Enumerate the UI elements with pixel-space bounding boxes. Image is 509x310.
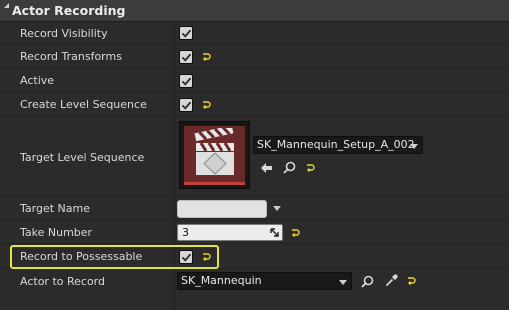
take-number-value: 3: [182, 226, 189, 239]
target-name-label: Target Name: [20, 202, 90, 215]
take-number-label: Take Number: [20, 226, 93, 239]
record-visibility-checkbox[interactable]: [179, 26, 193, 40]
row-record-transforms: Record Transforms: [0, 45, 509, 69]
checkmark-icon: [181, 101, 192, 110]
create-level-sequence-checkbox[interactable]: [179, 98, 193, 112]
reset-to-default-icon[interactable]: [305, 163, 315, 173]
target-level-sequence-combo[interactable]: SK_Mannequin_Setup_A_002: [253, 136, 423, 154]
chevron-down-icon: [339, 280, 347, 285]
target-level-sequence-value: SK_Mannequin_Setup_A_002: [257, 138, 415, 151]
target-name-input[interactable]: [177, 200, 267, 218]
actor-to-record-value: SK_Mannequin: [181, 274, 262, 287]
browse-magnifier-icon[interactable]: [283, 161, 296, 174]
record-transforms-label: Record Transforms: [20, 50, 122, 63]
chevron-down-icon[interactable]: [273, 206, 281, 211]
target-level-sequence-label: Target Level Sequence: [20, 151, 145, 164]
take-number-spinbox[interactable]: 3: [177, 224, 283, 241]
actor-recording-section-header[interactable]: Actor Recording: [0, 0, 509, 22]
level-sequence-thumbnail[interactable]: [179, 121, 250, 189]
row-active: Active: [0, 69, 509, 93]
record-transforms-checkbox[interactable]: [179, 50, 193, 64]
create-level-sequence-label: Create Level Sequence: [20, 98, 147, 111]
level-sequence-clapperboard-icon: [194, 128, 234, 175]
use-selected-arrow-icon[interactable]: [260, 162, 273, 174]
actor-to-record-combo[interactable]: SK_Mannequin: [177, 272, 352, 290]
reset-to-default-icon[interactable]: [201, 100, 211, 110]
resize-grip-icon[interactable]: [270, 228, 279, 237]
reset-to-default-icon[interactable]: [406, 276, 416, 286]
details-panel: Actor Recording Record Visibility Record…: [0, 0, 509, 310]
checkmark-icon: [181, 77, 192, 86]
reset-to-default-icon[interactable]: [201, 52, 211, 62]
active-checkbox[interactable]: [179, 74, 193, 88]
checkmark-icon: [181, 29, 192, 38]
eyedropper-picker-icon[interactable]: [385, 274, 398, 287]
browse-magnifier-icon[interactable]: [361, 275, 374, 288]
row-target-level-sequence: Target Level Sequence: [0, 117, 509, 196]
chevron-down-icon: [410, 144, 418, 149]
record-visibility-label: Record Visibility: [20, 27, 108, 40]
row-record-visibility: Record Visibility: [0, 22, 509, 45]
actor-to-record-label: Actor to Record: [20, 275, 105, 288]
highlight-outline: [10, 245, 219, 269]
collapse-triangle-icon[interactable]: [4, 3, 9, 8]
section-title: Actor Recording: [12, 3, 126, 18]
row-create-level-sequence: Create Level Sequence: [0, 93, 509, 117]
active-label: Active: [20, 74, 55, 87]
thumbnail-asset-bar: [184, 182, 245, 185]
checkmark-icon: [181, 53, 192, 62]
reset-to-default-icon[interactable]: [290, 228, 300, 238]
